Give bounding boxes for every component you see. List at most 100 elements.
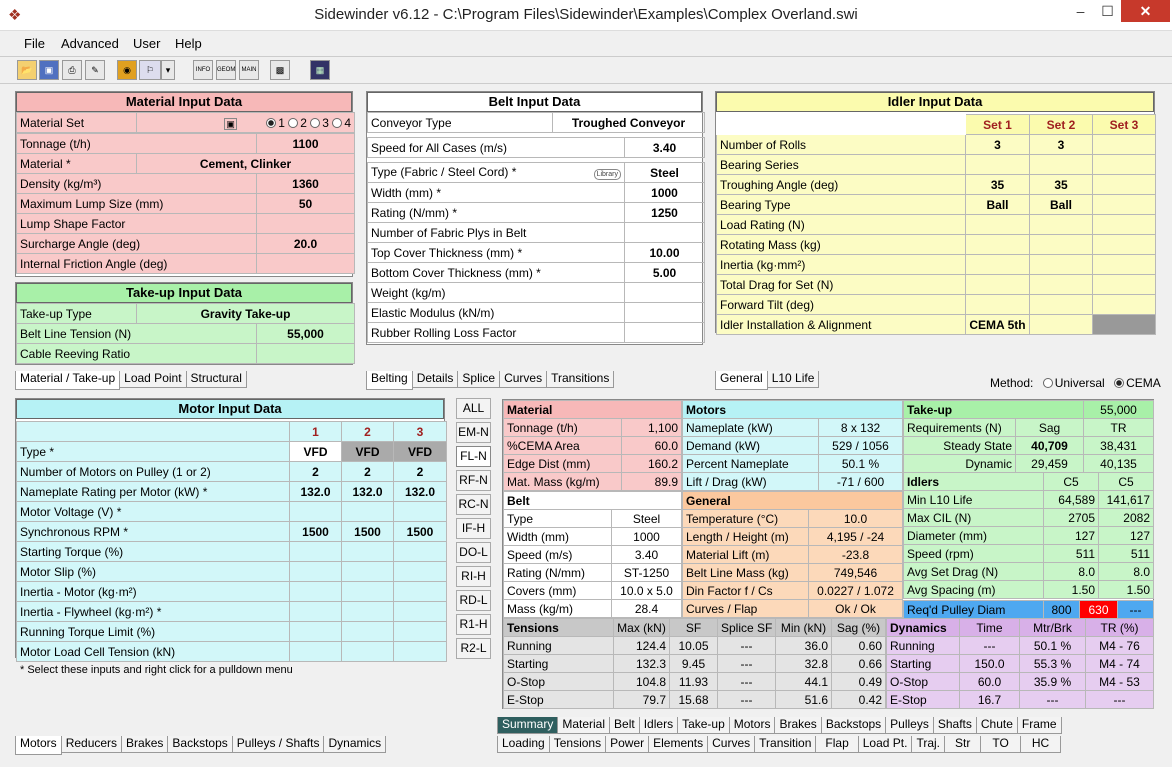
- tab-hc[interactable]: HC: [1019, 736, 1062, 753]
- top-cover-input[interactable]: 10.00: [624, 242, 705, 263]
- tab-sum-chute[interactable]: Chute: [975, 717, 1018, 734]
- motor-count-2[interactable]: 2: [341, 461, 394, 482]
- motor-nameplate-2[interactable]: 132.0: [341, 481, 394, 502]
- tab-details[interactable]: Details: [411, 371, 459, 388]
- speed-input[interactable]: 3.40: [624, 137, 705, 158]
- tab-to[interactable]: TO: [980, 736, 1021, 753]
- motor-slip-3[interactable]: [393, 561, 447, 582]
- idler-bearing-type-set3[interactable]: [1092, 194, 1156, 215]
- tab-belting[interactable]: Belting: [366, 371, 413, 390]
- motor-voltage-2[interactable]: [341, 501, 394, 522]
- torque-limit-1[interactable]: [289, 621, 342, 642]
- surcharge-input[interactable]: 20.0: [256, 233, 355, 254]
- motor-inertia-2[interactable]: [341, 581, 394, 602]
- calculator-icon[interactable]: ▦: [310, 60, 330, 80]
- weight-input[interactable]: [624, 282, 705, 303]
- tab-sum-belt[interactable]: Belt: [609, 717, 640, 734]
- close-button[interactable]: ✕: [1121, 0, 1170, 22]
- tab-splice[interactable]: Splice: [457, 371, 501, 388]
- idler-total-drag-set1[interactable]: [965, 274, 1030, 295]
- material-set-radio-3[interactable]: 3: [310, 116, 329, 130]
- idler-bearing-series-set2[interactable]: [1029, 154, 1093, 175]
- idler-bearing-series-set1[interactable]: [965, 154, 1030, 175]
- tab-reducers[interactable]: Reducers: [60, 736, 123, 753]
- tab-backstops[interactable]: Backstops: [167, 736, 233, 753]
- case-button-rf-n[interactable]: RF-N: [456, 470, 491, 491]
- tab-curves[interactable]: Curves: [499, 371, 548, 388]
- elastic-input[interactable]: [624, 302, 705, 323]
- idler-inertia-set2[interactable]: [1029, 254, 1093, 275]
- tab-loading[interactable]: Loading: [497, 736, 550, 753]
- idler-rolls-set1[interactable]: 3: [965, 134, 1030, 155]
- tab-l10-life[interactable]: L10 Life: [766, 371, 820, 388]
- idler-load-rating-set1[interactable]: [965, 214, 1030, 235]
- flywheel-inertia-3[interactable]: [393, 601, 447, 622]
- tonnage-input[interactable]: 1100: [256, 133, 355, 154]
- idler-troughing-set1[interactable]: 35: [965, 174, 1030, 195]
- idler-total-drag-set3[interactable]: [1092, 274, 1156, 295]
- tab-sum-shafts[interactable]: Shafts: [932, 717, 977, 734]
- menu-advanced[interactable]: Advanced: [61, 36, 119, 51]
- tab-transitions[interactable]: Transitions: [546, 371, 615, 388]
- material-input[interactable]: Cement, Clinker: [136, 153, 355, 174]
- idler-bearing-type-set2[interactable]: Ball: [1029, 194, 1093, 215]
- idler-rotating-mass-set1[interactable]: [965, 234, 1030, 255]
- idler-load-rating-set2[interactable]: [1029, 214, 1093, 235]
- case-button-r1-h[interactable]: R1-H: [456, 614, 491, 635]
- idler-rotating-mass-set3[interactable]: [1092, 234, 1156, 255]
- case-button-em-n[interactable]: EM-N: [456, 422, 491, 443]
- plys-input[interactable]: [624, 222, 705, 243]
- menu-help[interactable]: Help: [175, 36, 202, 51]
- belt-type-input[interactable]: Steel: [624, 162, 705, 183]
- save-icon[interactable]: ▣: [39, 60, 59, 80]
- tab-pulleys-shafts[interactable]: Pulleys / Shafts: [231, 736, 325, 753]
- tab-str[interactable]: Str: [944, 736, 982, 753]
- tab-dynamics[interactable]: Dynamics: [323, 736, 387, 753]
- motor-type-3[interactable]: VFD: [393, 441, 447, 462]
- tab-transition[interactable]: Transition: [754, 736, 817, 753]
- chevron-down-icon[interactable]: ▾: [161, 60, 175, 80]
- material-set-radio-4[interactable]: 4: [332, 116, 351, 130]
- tab-flap[interactable]: Flap: [815, 736, 859, 753]
- menu-file[interactable]: File: [24, 36, 45, 51]
- load-cell-3[interactable]: [393, 641, 447, 662]
- torque-limit-3[interactable]: [393, 621, 447, 642]
- info-icon[interactable]: INFO: [193, 60, 213, 80]
- motor-rpm-3[interactable]: 1500: [393, 521, 447, 542]
- idler-inertia-set3[interactable]: [1092, 254, 1156, 275]
- case-button-rc-n[interactable]: RC-N: [456, 494, 491, 515]
- belt-line-tension-input[interactable]: 55,000: [256, 323, 355, 344]
- idler-rotating-mass-set2[interactable]: [1029, 234, 1093, 255]
- conveyor-type-input[interactable]: Troughed Conveyor: [552, 112, 705, 133]
- tab-sum-pulleys[interactable]: Pulleys: [885, 717, 934, 734]
- tab-sum-idlers[interactable]: Idlers: [638, 717, 679, 734]
- flywheel-inertia-2[interactable]: [341, 601, 394, 622]
- motor-rpm-1[interactable]: 1500: [289, 521, 342, 542]
- rubber-input[interactable]: [624, 322, 705, 343]
- tab-load-pt[interactable]: Load Pt.: [857, 736, 913, 753]
- edit-icon[interactable]: ✎: [85, 60, 105, 80]
- tab-elements[interactable]: Elements: [648, 736, 709, 753]
- idler-forward-tilt-set3[interactable]: [1092, 294, 1156, 315]
- tab-power[interactable]: Power: [605, 736, 650, 753]
- case-button-fl-n[interactable]: FL-N: [456, 446, 491, 467]
- lump-shape-input[interactable]: [256, 213, 355, 234]
- units-icon[interactable]: ◉: [117, 60, 137, 80]
- idler-inertia-set1[interactable]: [965, 254, 1030, 275]
- print-icon[interactable]: ⎙: [62, 60, 82, 80]
- open-folder-icon[interactable]: 📂: [17, 60, 37, 80]
- minimize-button[interactable]: –: [1067, 0, 1094, 22]
- motor-rpm-2[interactable]: 1500: [341, 521, 394, 542]
- tab-general[interactable]: General: [715, 371, 768, 390]
- width-input[interactable]: 1000: [624, 182, 705, 203]
- motor-inertia-3[interactable]: [393, 581, 447, 602]
- flywheel-inertia-1[interactable]: [289, 601, 342, 622]
- tab-motors[interactable]: Motors: [15, 736, 62, 755]
- idler-troughing-set3[interactable]: [1092, 174, 1156, 195]
- library-button[interactable]: Library: [593, 169, 621, 180]
- motor-type-2[interactable]: VFD: [341, 441, 394, 462]
- idler-rolls-set2[interactable]: 3: [1029, 134, 1093, 155]
- flag-icon[interactable]: ⚐: [139, 60, 161, 80]
- idler-forward-tilt-set1[interactable]: [965, 294, 1030, 315]
- tab-brakes[interactable]: Brakes: [121, 736, 169, 753]
